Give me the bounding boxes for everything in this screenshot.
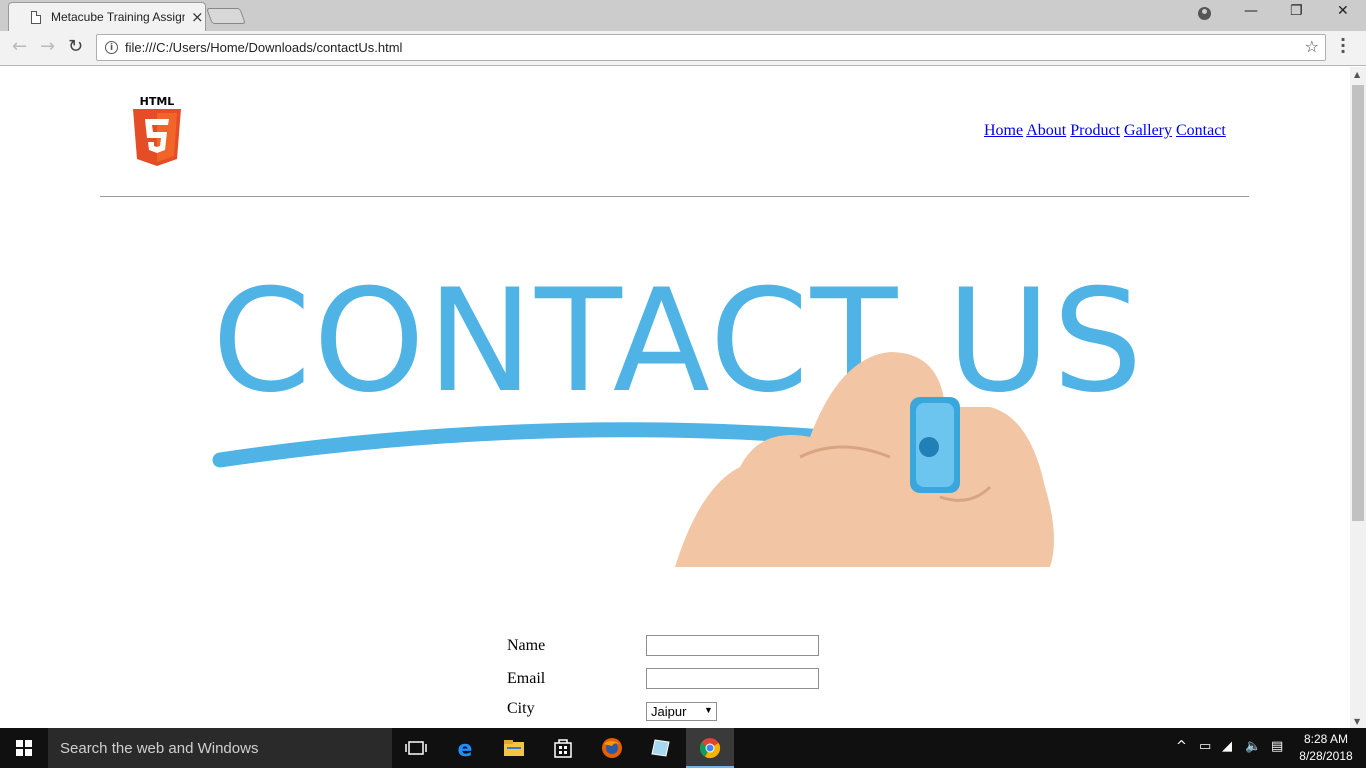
name-label: Name [507, 637, 546, 654]
email-input[interactable] [646, 668, 819, 689]
forward-button[interactable]: → [40, 36, 55, 57]
windows-taskbar: Search the web and Windows e ^ ▭ ◢ 🔈 ▤ 8… [0, 728, 1366, 768]
new-tab-button[interactable] [206, 8, 246, 24]
scrollbar-thumb[interactable] [1352, 85, 1364, 521]
firefox-button[interactable] [588, 728, 636, 768]
browser-titlebar: Metacube Training Assignment × — ❐ ✕ [0, 0, 1366, 31]
battery-icon[interactable]: ▭ [1199, 739, 1211, 754]
close-window-button[interactable]: ✕ [1337, 3, 1349, 19]
nav-link-product[interactable]: Product [1070, 122, 1120, 139]
nav-link-about[interactable]: About [1026, 122, 1066, 139]
html5-logo: HTML [133, 95, 181, 166]
notepad-icon [651, 739, 670, 757]
email-label: Email [507, 670, 546, 687]
header-divider [100, 196, 1249, 197]
show-hidden-icons-button[interactable]: ^ [1176, 739, 1187, 754]
web-page: HTML Home About Product Gallery Contact … [0, 67, 1350, 728]
task-view-button[interactable] [392, 728, 440, 768]
windows-logo-icon [16, 740, 32, 756]
notepad-button[interactable] [637, 728, 685, 768]
task-view-icon [405, 741, 427, 755]
back-button[interactable]: ← [12, 36, 27, 57]
name-row: Name [507, 635, 827, 659]
dropdown-arrow-icon: ▼ [704, 705, 713, 715]
clock-time: 8:28 AM [1303, 732, 1349, 746]
svg-text:e: e [458, 737, 473, 760]
system-clock[interactable]: 8:28 AM 8/28/2018 [1298, 731, 1354, 765]
city-label: City [507, 700, 535, 717]
reload-button[interactable]: ↻ [68, 36, 83, 57]
info-icon[interactable]: i [105, 41, 118, 54]
network-icon[interactable]: ◢ [1222, 739, 1232, 754]
scroll-down-icon[interactable]: ▼ [1354, 717, 1360, 726]
city-select[interactable]: Jaipur ▼ [646, 702, 717, 721]
nav-link-contact[interactable]: Contact [1176, 122, 1226, 139]
action-center-icon[interactable]: ▤ [1271, 739, 1283, 754]
browser-tab[interactable]: Metacube Training Assignment × [8, 2, 206, 31]
store-icon [554, 739, 572, 758]
browser-menu-icon[interactable]: · · · [1340, 32, 1346, 60]
chrome-button[interactable] [686, 728, 734, 768]
contact-us-banner: CONTACT US [212, 259, 1140, 567]
nav-link-home[interactable]: Home [984, 122, 1023, 139]
email-row: Email [507, 668, 827, 692]
url-text[interactable]: file:///C:/Users/Home/Downloads/contactU… [125, 40, 402, 55]
top-nav: Home About Product Gallery Contact [984, 122, 1226, 140]
name-input[interactable] [646, 635, 819, 656]
restore-button[interactable]: ❐ [1290, 3, 1303, 19]
address-bar[interactable]: i file:///C:/Users/Home/Downloads/contac… [96, 34, 1326, 61]
nav-link-gallery[interactable]: Gallery [1124, 122, 1172, 139]
document-icon [31, 11, 41, 24]
tab-close-button[interactable]: × [191, 8, 204, 26]
chrome-icon [699, 738, 721, 759]
store-button[interactable] [539, 728, 587, 768]
logo-label: HTML [140, 95, 175, 108]
tab-title: Metacube Training Assignment [51, 10, 185, 24]
edge-icon: e [458, 737, 473, 760]
scroll-up-icon[interactable]: ▲ [1354, 70, 1360, 79]
hero-text: CONTACT US [212, 259, 1140, 424]
taskbar-search-box[interactable]: Search the web and Windows [48, 728, 392, 768]
browser-toolbar: ← → ↻ i file:///C:/Users/Home/Downloads/… [0, 31, 1366, 66]
volume-icon[interactable]: 🔈 [1245, 739, 1261, 754]
city-selected-value: Jaipur [651, 704, 687, 719]
page-scrollbar[interactable]: ▲ ▼ [1350, 67, 1366, 728]
city-row: City Jaipur ▼ [507, 700, 827, 726]
clock-date: 8/28/2018 [1299, 749, 1353, 763]
firefox-icon [602, 738, 622, 758]
minimize-button[interactable]: — [1244, 3, 1258, 19]
bookmark-star-icon[interactable]: ☆ [1305, 37, 1319, 56]
edge-button[interactable]: e [441, 728, 489, 768]
file-explorer-button[interactable] [490, 728, 538, 768]
folder-icon [504, 740, 524, 756]
start-button[interactable] [0, 728, 48, 768]
profile-icon[interactable] [1198, 7, 1211, 20]
search-placeholder: Search the web and Windows [60, 740, 259, 757]
